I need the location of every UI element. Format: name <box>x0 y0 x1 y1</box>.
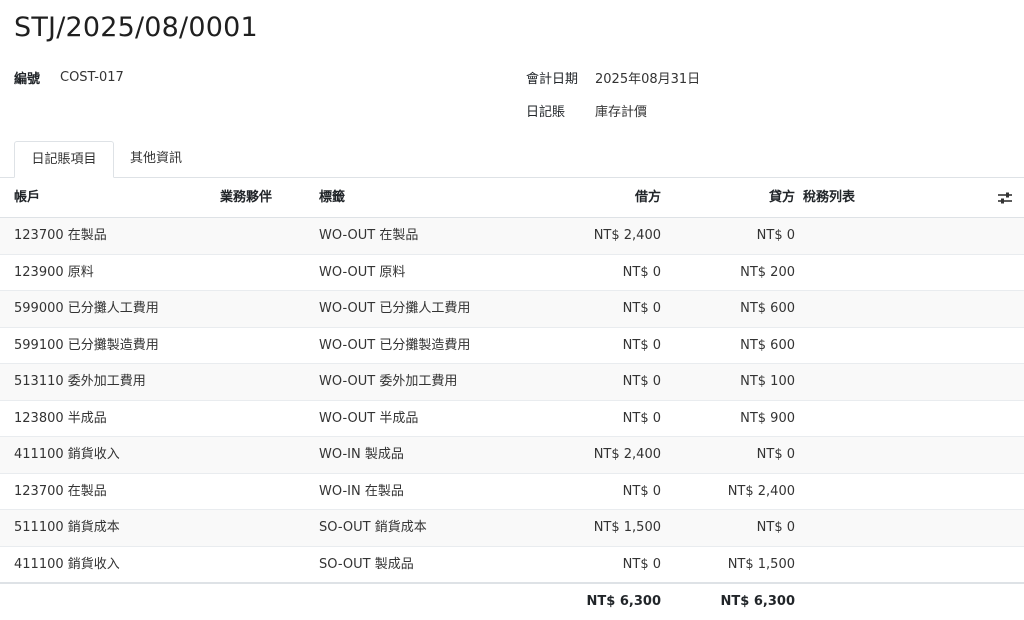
table-row[interactable]: 599000 已分攤人工費用 WO-OUT 已分攤人工費用 NT$ 0 NT$ … <box>0 291 1024 328</box>
cell-label: WO-OUT 原料 <box>319 264 406 280</box>
cell-account: 123700 在製品 <box>14 228 107 243</box>
cell-credit: NT$ 100 <box>740 374 795 389</box>
cell-credit: NT$ 600 <box>740 337 795 353</box>
cell-debit: NT$ 2,400 <box>593 447 661 462</box>
date-label: 會計日期 <box>526 72 579 87</box>
cell-credit: NT$ 0 <box>756 228 795 243</box>
cell-credit: NT$ 900 <box>740 410 795 426</box>
cell-credit: NT$ 0 <box>756 447 795 462</box>
cell-debit: NT$ 0 <box>622 556 661 572</box>
cell-credit: NT$ 2,400 <box>727 483 795 499</box>
cell-label: WO-OUT 半成品 <box>319 410 419 426</box>
table-row[interactable]: 411100 銷貨收入 WO-IN 製成品 NT$ 2,400 NT$ 0 <box>0 437 1024 474</box>
cell-debit: NT$ 2,400 <box>593 228 661 243</box>
table-row[interactable]: 123700 在製品 WO-IN 在製品 NT$ 0 NT$ 2,400 <box>0 474 1024 510</box>
cell-account: 599100 已分攤製造費用 <box>14 337 159 353</box>
cell-debit: NT$ 1,500 <box>593 520 661 535</box>
table-row[interactable]: 123700 在製品 WO-OUT 在製品 NT$ 2,400 NT$ 0 <box>0 218 1024 255</box>
journal-lines: 123700 在製品 WO-OUT 在製品 NT$ 2,400 NT$ 0 12… <box>0 218 1024 583</box>
table-row[interactable]: 123900 原料 WO-OUT 原料 NT$ 0 NT$ 200 <box>0 255 1024 291</box>
cell-account: 411100 銷貨收入 <box>14 447 120 462</box>
cell-label: WO-OUT 已分攤人工費用 <box>319 301 471 316</box>
cell-account: 513110 委外加工費用 <box>14 374 146 389</box>
total-debit: NT$ 6,300 <box>586 594 661 609</box>
cell-label: WO-IN 在製品 <box>319 483 404 499</box>
column-debit[interactable]: 借方 <box>635 178 661 218</box>
table-totals: NT$ 6,300 NT$ 6,300 <box>0 582 1024 620</box>
tab-other-info[interactable]: 其他資訊 <box>114 141 198 178</box>
cell-label: WO-OUT 已分攤製造費用 <box>319 337 471 353</box>
cell-debit: NT$ 0 <box>622 301 661 316</box>
table-row[interactable]: 599100 已分攤製造費用 WO-OUT 已分攤製造費用 NT$ 0 NT$ … <box>0 328 1024 364</box>
record-title: STJ/2025/08/0001 <box>14 12 258 43</box>
table-header: 帳戶 業務夥伴 標籤 借方 貸方 稅務列表 <box>0 178 1024 218</box>
cell-debit: NT$ 0 <box>622 410 661 426</box>
tab-journal-items[interactable]: 日記賬項目 <box>14 141 114 178</box>
notebook-tabs: 日記賬項目 其他資訊 <box>0 141 1024 178</box>
cell-debit: NT$ 0 <box>622 337 661 353</box>
column-taxes[interactable]: 稅務列表 <box>803 178 855 218</box>
cell-label: WO-OUT 委外加工費用 <box>319 374 458 389</box>
column-label[interactable]: 標籤 <box>319 178 345 218</box>
code-value[interactable]: COST-017 <box>60 70 124 85</box>
table-row[interactable]: 511100 銷貨成本 SO-OUT 銷貨成本 NT$ 1,500 NT$ 0 <box>0 510 1024 547</box>
cell-label: WO-IN 製成品 <box>319 447 404 462</box>
cell-account: 123700 在製品 <box>14 483 107 499</box>
table-row[interactable]: 123800 半成品 WO-OUT 半成品 NT$ 0 NT$ 900 <box>0 401 1024 437</box>
cell-account: 411100 銷貨收入 <box>14 556 120 572</box>
cell-credit: NT$ 200 <box>740 264 795 280</box>
journal-label: 日記賬 <box>526 105 566 120</box>
cell-debit: NT$ 0 <box>622 483 661 499</box>
cell-account: 123800 半成品 <box>14 410 107 426</box>
table-row[interactable]: 513110 委外加工費用 WO-OUT 委外加工費用 NT$ 0 NT$ 10… <box>0 364 1024 401</box>
cell-credit: NT$ 600 <box>740 301 795 316</box>
date-value[interactable]: 2025年08月31日 <box>595 68 700 87</box>
code-label: 編號 <box>14 72 41 87</box>
cell-debit: NT$ 0 <box>622 374 661 389</box>
total-credit: NT$ 6,300 <box>720 594 795 609</box>
column-partner[interactable]: 業務夥伴 <box>220 178 272 218</box>
cell-label: SO-OUT 銷貨成本 <box>319 520 427 535</box>
cell-account: 599000 已分攤人工費用 <box>14 301 159 316</box>
journal-value[interactable]: 庫存計價 <box>595 101 647 120</box>
cell-debit: NT$ 0 <box>622 264 661 280</box>
cell-credit: NT$ 0 <box>756 520 795 535</box>
column-account[interactable]: 帳戶 <box>14 178 40 218</box>
cell-account: 123900 原料 <box>14 264 94 280</box>
cell-credit: NT$ 1,500 <box>727 556 795 572</box>
cell-label: SO-OUT 製成品 <box>319 556 414 572</box>
sliders-icon[interactable] <box>996 190 1014 206</box>
cell-label: WO-OUT 在製品 <box>319 228 419 243</box>
table-row[interactable]: 411100 銷貨收入 SO-OUT 製成品 NT$ 0 NT$ 1,500 <box>0 547 1024 583</box>
column-credit[interactable]: 貸方 <box>769 178 795 218</box>
cell-account: 511100 銷貨成本 <box>14 520 120 535</box>
